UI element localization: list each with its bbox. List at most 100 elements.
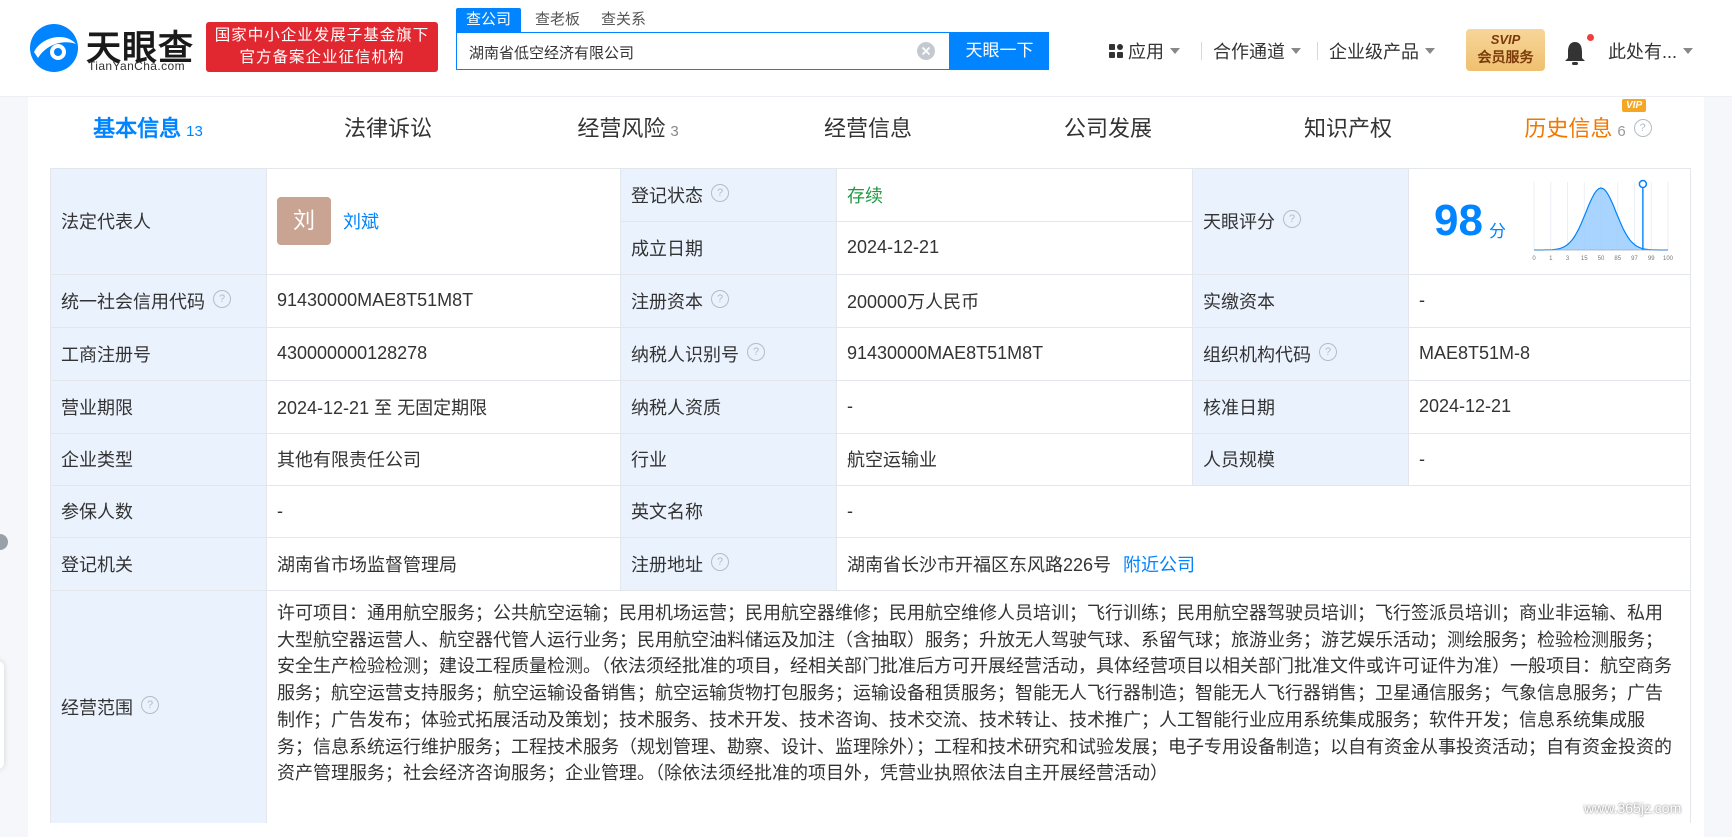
user-menu[interactable]: 此处有... bbox=[1608, 38, 1694, 66]
label-org-code: 组织机构代码? bbox=[1192, 327, 1408, 380]
score-cell[interactable]: 98 分 0 1 3 15 50 85 97 99 100 bbox=[1408, 168, 1690, 274]
grid-line bbox=[50, 590, 1690, 591]
grid-line bbox=[1192, 168, 1193, 485]
chevron-down-icon bbox=[1291, 48, 1301, 55]
tab-label: 经营信息 bbox=[823, 116, 912, 141]
tab-operation[interactable]: 经营信息 bbox=[748, 97, 988, 160]
tab-risk[interactable]: 经营风险 3 bbox=[508, 97, 748, 160]
help-icon[interactable]: ? bbox=[1633, 119, 1652, 138]
tianyancha-logo[interactable]: 天眼查 TianYanCha.com bbox=[28, 22, 200, 73]
chart-tick-label: 1 bbox=[1549, 256, 1553, 262]
chart-tick-label: 100 bbox=[1663, 256, 1674, 262]
tab-ip[interactable]: 知识产权 bbox=[1228, 97, 1468, 160]
help-icon[interactable]: ? bbox=[747, 342, 765, 361]
nav-partner-label: 合作通道 bbox=[1213, 42, 1285, 62]
en-name-value: - bbox=[836, 485, 1690, 537]
grid-line bbox=[1408, 168, 1409, 485]
label-address: 注册地址? bbox=[620, 537, 836, 590]
chevron-down-icon bbox=[1425, 48, 1435, 55]
avatar: 刘 bbox=[277, 197, 331, 245]
score-value: 98 bbox=[1434, 196, 1483, 245]
grid-line bbox=[50, 274, 1690, 275]
vip-badge: VIP bbox=[1622, 99, 1647, 112]
section-tabs: 基本信息 13 法律诉讼 经营风险 3 经营信息 公司发展 知识产权 历史信息 6? … bbox=[28, 97, 1704, 160]
search-input[interactable] bbox=[467, 40, 911, 64]
label-authority: 登记机关 bbox=[50, 537, 266, 590]
nav-apps-label: 应用 bbox=[1128, 42, 1164, 62]
bell-icon[interactable] bbox=[1564, 40, 1586, 66]
nav-apps[interactable]: 应用 bbox=[1108, 38, 1180, 66]
address-cell: 湖南省长沙市开福区东风路226号 附近公司 bbox=[836, 537, 1690, 590]
label-found-date: 成立日期 bbox=[620, 221, 836, 274]
search-tab-boss[interactable]: 查老板 bbox=[535, 8, 580, 32]
label-approve-date: 核准日期 bbox=[1192, 380, 1408, 433]
grid-line bbox=[50, 537, 1690, 538]
tab-legal[interactable]: 法律诉讼 bbox=[268, 97, 508, 160]
label-term: 营业期限 bbox=[50, 380, 266, 433]
notification-dot bbox=[1587, 34, 1594, 41]
nav-divider bbox=[1317, 42, 1318, 60]
label-biz-reg-no: 工商注册号 bbox=[50, 327, 266, 380]
tab-label: 历史信息 bbox=[1524, 116, 1613, 141]
label-legal-rep: 法定代表人 bbox=[50, 168, 266, 274]
nav-enterprise[interactable]: 企业级产品 bbox=[1329, 38, 1435, 66]
label-insured: 参保人数 bbox=[50, 485, 266, 537]
tab-development[interactable]: 公司发展 bbox=[988, 97, 1228, 160]
tab-history[interactable]: 历史信息 6? VIP bbox=[1468, 97, 1708, 160]
status-badge: 存续 bbox=[847, 185, 883, 206]
help-icon[interactable]: ? bbox=[1319, 342, 1337, 361]
badge-line-1: 国家中小企业发展子基金旗下 bbox=[214, 27, 430, 44]
label-scope: 经营范围? bbox=[50, 590, 266, 823]
org-code-value: MAE8T51M-8 bbox=[1408, 327, 1690, 380]
score-marker-dot bbox=[1638, 179, 1648, 189]
search-box bbox=[456, 32, 950, 70]
chevron-down-icon bbox=[1683, 48, 1694, 55]
credit-code-value: 91430000MAE8T51M8T bbox=[266, 274, 620, 327]
top-header: 天眼查 TianYanCha.com 国家中小企业发展子基金旗下 官方备案企业征… bbox=[0, 0, 1732, 97]
side-panel[interactable] bbox=[0, 661, 4, 769]
label-credit-code: 统一社会信用代码? bbox=[50, 274, 266, 327]
help-icon[interactable]: ? bbox=[1283, 210, 1301, 228]
score-unit: 分 bbox=[1488, 221, 1506, 241]
clear-icon[interactable] bbox=[917, 42, 935, 60]
tab-count: 6 bbox=[1617, 123, 1626, 140]
grid-line bbox=[1690, 168, 1691, 823]
tab-label: 经营风险 bbox=[577, 116, 666, 141]
nearby-companies-link[interactable]: 附近公司 bbox=[1123, 551, 1195, 577]
help-icon[interactable]: ? bbox=[213, 289, 231, 308]
label-en-name: 英文名称 bbox=[620, 485, 836, 537]
chevron-down-icon bbox=[1170, 48, 1180, 55]
biz-reg-no-value: 430000000128278 bbox=[266, 327, 620, 380]
tab-basic-info[interactable]: 基本信息 13 bbox=[28, 97, 268, 160]
apps-grid-icon bbox=[1109, 44, 1123, 59]
grid-line bbox=[50, 433, 1690, 434]
chart-tick-label: 0 bbox=[1532, 256, 1536, 262]
search-button[interactable]: 天眼一下 bbox=[950, 32, 1049, 70]
reg-status-value: 存续 bbox=[836, 168, 1192, 221]
legal-rep-link[interactable]: 刘斌 bbox=[343, 208, 379, 234]
chart-tick-label: 15 bbox=[1581, 256, 1588, 262]
search-tab-relation[interactable]: 查关系 bbox=[601, 8, 646, 32]
grid-line bbox=[50, 168, 1690, 169]
badge-line-2: 官方备案企业征信机构 bbox=[239, 49, 405, 66]
help-icon[interactable]: ? bbox=[141, 695, 159, 714]
grid-line bbox=[620, 168, 621, 590]
tax-id-value: 91430000MAE8T51M8T bbox=[836, 327, 1192, 380]
grid-line bbox=[836, 168, 837, 590]
search-tab-company[interactable]: 查公司 bbox=[456, 8, 522, 32]
tab-label: 公司发展 bbox=[1063, 116, 1152, 141]
help-icon[interactable]: ? bbox=[711, 289, 729, 308]
grid-line bbox=[620, 221, 1192, 222]
svip-button[interactable]: SVIP 会员服务 bbox=[1466, 29, 1545, 71]
chart-tick-label: 3 bbox=[1566, 256, 1570, 262]
side-toggle[interactable] bbox=[0, 534, 8, 550]
grid-line bbox=[50, 485, 1690, 486]
staff-value: - bbox=[1408, 433, 1690, 485]
watermark: www.365jz.com bbox=[1584, 800, 1682, 816]
chart-tick-label: 50 bbox=[1598, 256, 1605, 262]
nav-partner[interactable]: 合作通道 bbox=[1213, 38, 1301, 66]
help-icon[interactable]: ? bbox=[711, 552, 729, 571]
label-industry: 行业 bbox=[620, 433, 836, 485]
approve-date-value: 2024-12-21 bbox=[1408, 380, 1690, 433]
help-icon[interactable]: ? bbox=[711, 183, 729, 202]
